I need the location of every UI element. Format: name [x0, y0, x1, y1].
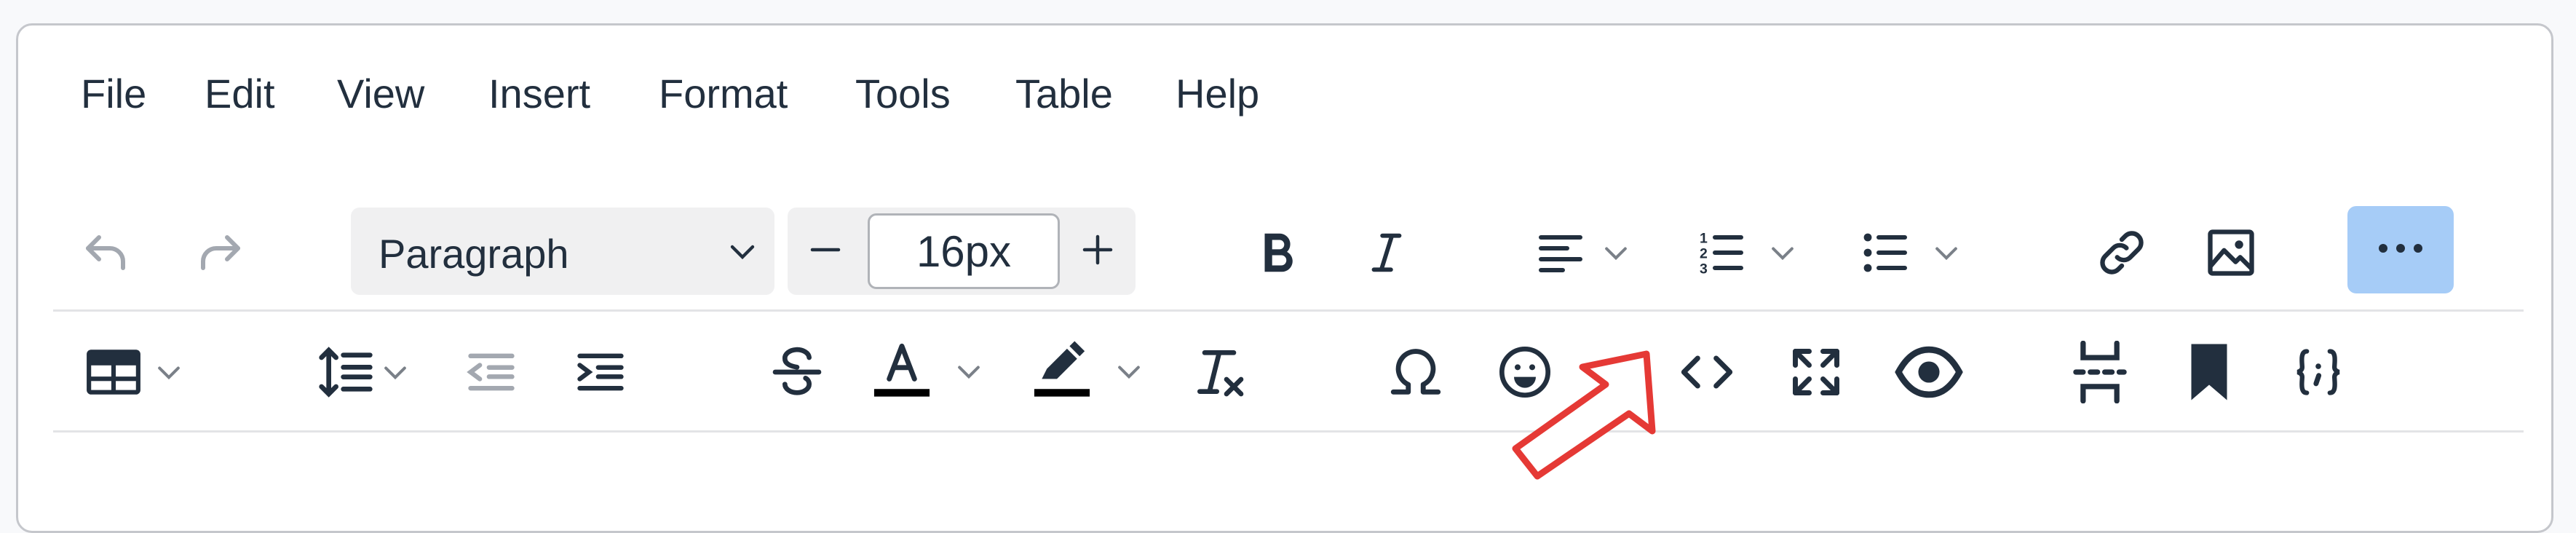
chevron-down-icon — [1767, 237, 1799, 269]
code-sample-button[interactable] — [2282, 336, 2355, 408]
svg-text:1: 1 — [1700, 231, 1708, 247]
toolbar-row-2 — [18, 309, 2551, 433]
svg-text:3: 3 — [1700, 261, 1708, 277]
menu-tools[interactable]: Tools — [855, 74, 951, 114]
undo-icon — [79, 226, 132, 279]
table-button[interactable] — [69, 336, 200, 408]
menu-edit[interactable]: Edit — [205, 74, 275, 114]
highlight-button[interactable] — [1023, 331, 1154, 411]
italic-icon — [1361, 225, 1412, 280]
fullscreen-button[interactable] — [1780, 336, 1852, 408]
code-sample-icon — [2291, 344, 2346, 400]
menubar: File Edit View Insert Format Tools Table… — [18, 25, 2551, 171]
annotation-arrow-icon — [1512, 350, 1656, 480]
font-size-input[interactable]: 16px — [868, 213, 1060, 289]
increase-font-size-button[interactable] — [1076, 228, 1119, 272]
menu-help[interactable]: Help — [1176, 74, 1259, 114]
special-character-button[interactable] — [1379, 336, 1452, 408]
indent-icon — [573, 344, 628, 400]
clear-formatting-icon — [1190, 343, 1248, 401]
image-button[interactable] — [2195, 216, 2267, 289]
align-left-icon — [1534, 226, 1587, 279]
block-format-label: Paragraph — [379, 231, 569, 277]
undo-button[interactable] — [69, 216, 142, 289]
strikethrough-button[interactable] — [761, 336, 833, 408]
table-icon — [84, 346, 143, 398]
text-color-icon — [871, 339, 932, 404]
strikethrough-icon — [768, 343, 826, 401]
source-code-icon — [1679, 344, 1735, 400]
preview-button[interactable] — [1889, 336, 1969, 408]
toolbar-divider — [53, 430, 2524, 433]
menu-view[interactable]: View — [337, 74, 424, 114]
menu-table[interactable]: Table — [1015, 74, 1113, 114]
preview-icon — [1894, 343, 1964, 401]
page-break-button[interactable] — [2064, 336, 2136, 408]
bold-button[interactable] — [1241, 215, 1314, 291]
link-button[interactable] — [2085, 216, 2158, 289]
source-code-button[interactable] — [1671, 336, 1743, 408]
highlight-icon — [1031, 339, 1093, 404]
line-height-icon — [317, 343, 375, 401]
redo-icon — [194, 226, 247, 279]
chevron-down-icon — [1113, 355, 1145, 387]
line-height-button[interactable] — [302, 336, 426, 408]
italic-button[interactable] — [1350, 215, 1423, 291]
indent-button[interactable] — [564, 336, 637, 408]
page-break-icon — [2071, 341, 2129, 403]
menu-format[interactable]: Format — [659, 74, 788, 114]
decrease-font-size-button[interactable] — [804, 228, 847, 272]
align-split-button[interactable] — [1525, 216, 1641, 289]
svg-text:2: 2 — [1700, 246, 1708, 262]
chevron-down-icon — [153, 356, 185, 388]
redo-button[interactable] — [184, 216, 257, 289]
clear-formatting-button[interactable] — [1183, 336, 1256, 408]
outdent-button[interactable] — [455, 336, 528, 408]
chevron-down-icon — [379, 356, 411, 388]
fullscreen-icon — [1788, 344, 1844, 400]
image-icon — [2203, 225, 2259, 280]
chevron-down-icon — [1930, 237, 1962, 269]
editor-container: File Edit View Insert Format Tools Table… — [16, 23, 2553, 533]
bookmark-icon — [2184, 341, 2235, 403]
bold-icon — [1252, 225, 1303, 280]
more-button[interactable] — [2347, 206, 2454, 293]
chevron-down-icon — [953, 355, 985, 387]
bullet-list-icon — [1859, 226, 1911, 279]
font-size-group: 16px — [788, 208, 1136, 295]
link-icon — [2094, 225, 2149, 280]
numbered-list-icon: 123 — [1695, 226, 1748, 279]
special-character-icon — [1386, 342, 1446, 402]
chevron-down-icon — [725, 234, 760, 272]
chevron-down-icon — [1600, 237, 1632, 269]
text-color-button[interactable] — [863, 331, 994, 411]
numbered-list-button[interactable]: 123 — [1685, 216, 1809, 289]
menu-file[interactable]: File — [81, 74, 146, 114]
bullet-list-button[interactable] — [1845, 216, 1976, 289]
menu-insert[interactable]: Insert — [488, 74, 590, 114]
bookmark-button[interactable] — [2173, 336, 2246, 408]
more-icon — [2373, 240, 2428, 261]
outdent-icon — [464, 344, 519, 400]
toolbar-row-1: Paragraph 16px 1 2 3 — [18, 171, 2551, 312]
block-format-select[interactable]: Paragraph — [351, 208, 774, 295]
